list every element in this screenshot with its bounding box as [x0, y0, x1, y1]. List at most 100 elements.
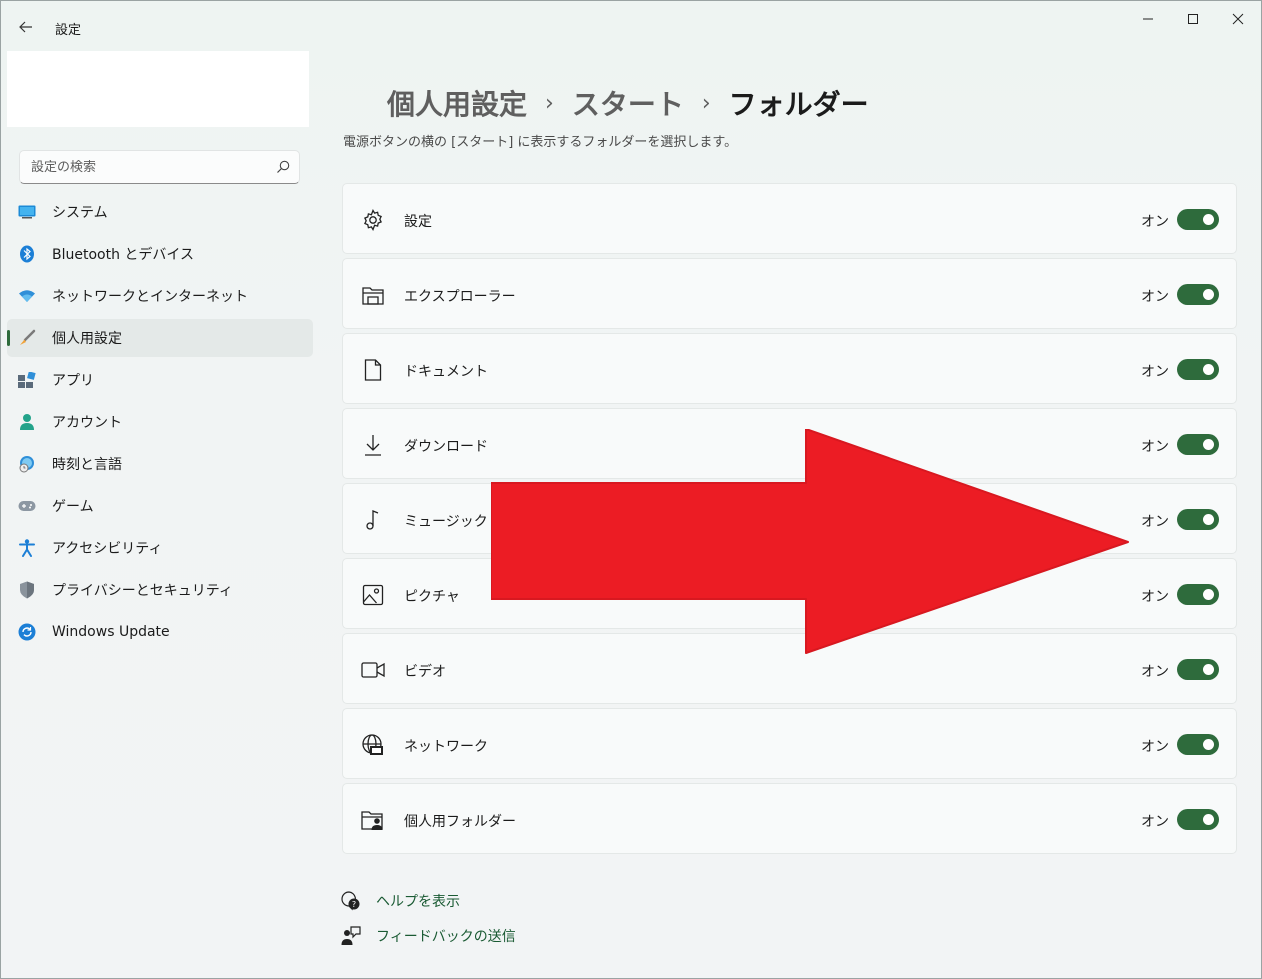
feedback-link-label: フィードバックの送信 — [376, 929, 516, 945]
search-input[interactable] — [31, 159, 261, 175]
toggle-switch[interactable] — [1177, 809, 1219, 830]
close-button[interactable] — [1215, 5, 1261, 33]
music-icon — [361, 508, 385, 532]
back-button[interactable] — [11, 14, 41, 40]
toggle-state-label: オン — [1141, 214, 1169, 230]
sidebar-item-label: ネットワークとインターネット — [52, 289, 248, 305]
folder-row-personal-folder: 個人用フォルダー オン — [342, 783, 1237, 854]
sidebar-item-label: Windows Update — [52, 624, 170, 640]
breadcrumb: 個人用設定 › スタート › フォルダー — [387, 83, 869, 123]
sidebar-item-label: プライバシーとセキュリティ — [52, 583, 233, 599]
toggle-state-label: オン — [1141, 439, 1169, 455]
close-icon — [1232, 13, 1244, 25]
minimize-icon — [1143, 18, 1153, 20]
sidebar-item-gaming[interactable]: ゲーム — [7, 487, 313, 525]
breadcrumb-personalization[interactable]: 個人用設定 — [387, 83, 527, 123]
sidebar-item-label: アクセシビリティ — [52, 541, 163, 557]
toggle-switch[interactable] — [1177, 509, 1219, 530]
sidebar-item-network[interactable]: ネットワークとインターネット — [7, 277, 313, 315]
toggle-state-label: オン — [1141, 814, 1169, 830]
settings-window: 設定 システム Bluetooth とデバイス — [0, 0, 1262, 979]
breadcrumb-start[interactable]: スタート — [572, 83, 684, 123]
feedback-icon — [341, 926, 361, 946]
page-description: 電源ボタンの横の [スタート] に表示するフォルダーを選択します。 — [343, 135, 738, 150]
toggle-switch[interactable] — [1177, 434, 1219, 455]
folder-label: ダウンロード — [404, 439, 488, 455]
search-icon[interactable] — [276, 160, 290, 174]
toggle-switch[interactable] — [1177, 734, 1219, 755]
bluetooth-icon — [17, 244, 37, 264]
network-icon — [361, 733, 385, 757]
svg-text:?: ? — [352, 900, 356, 909]
sidebar-item-accessibility[interactable]: アクセシビリティ — [7, 529, 313, 567]
toggle-switch[interactable] — [1177, 359, 1219, 380]
wifi-icon — [17, 286, 37, 306]
folder-row-network: ネットワーク オン — [342, 708, 1237, 779]
back-arrow-icon — [19, 21, 32, 33]
document-icon — [361, 358, 385, 382]
maximize-icon — [1188, 14, 1198, 24]
sidebar-item-label: 個人用設定 — [52, 331, 122, 347]
toggle-knob — [1203, 439, 1214, 450]
sidebar-item-privacy-security[interactable]: プライバシーとセキュリティ — [7, 571, 313, 609]
sidebar-item-label: アプリ — [52, 373, 94, 389]
sidebar-item-system[interactable]: システム — [7, 193, 313, 231]
sidebar-item-label: アカウント — [52, 415, 122, 431]
toggle-state-label: オン — [1141, 664, 1169, 680]
toggle-switch[interactable] — [1177, 209, 1219, 230]
sidebar-item-personalization[interactable]: 個人用設定 — [7, 319, 313, 357]
toggle-knob — [1203, 589, 1214, 600]
red-arrow-annotation — [491, 429, 1129, 654]
toggle-knob — [1203, 289, 1214, 300]
brush-icon — [17, 328, 37, 348]
chevron-right-icon: › — [701, 90, 711, 116]
page-title: フォルダー — [728, 88, 869, 121]
toggle-state-label: オン — [1141, 739, 1169, 755]
folder-label: エクスプローラー — [404, 289, 516, 305]
sidebar-item-time-language[interactable]: 時刻と言語 — [7, 445, 313, 483]
folder-row-explorer: エクスプローラー オン — [342, 258, 1237, 329]
toggle-switch[interactable] — [1177, 284, 1219, 305]
maximize-button[interactable] — [1170, 5, 1216, 33]
help-link[interactable]: ? ヘルプを表示 — [341, 891, 460, 911]
folder-label: ミュージック — [404, 514, 488, 530]
folder-row-documents: ドキュメント オン — [342, 333, 1237, 404]
download-icon — [361, 433, 385, 457]
help-icon: ? — [341, 891, 361, 911]
folder-label: ネットワーク — [404, 739, 488, 755]
apps-icon — [17, 370, 37, 390]
folder-label: 個人用フォルダー — [404, 814, 516, 830]
feedback-link[interactable]: フィードバックの送信 — [341, 926, 516, 946]
sidebar-item-label: 時刻と言語 — [52, 457, 122, 473]
toggle-knob — [1203, 664, 1214, 675]
account-card[interactable] — [7, 51, 309, 127]
folder-label: ピクチャ — [404, 589, 460, 605]
toggle-knob — [1203, 739, 1214, 750]
update-icon — [17, 622, 37, 642]
picture-icon — [361, 583, 385, 607]
system-icon — [17, 202, 37, 222]
toggle-state-label: オン — [1141, 364, 1169, 380]
personal-folder-icon — [361, 808, 385, 832]
account-icon — [17, 412, 37, 432]
sidebar-item-windows-update[interactable]: Windows Update — [7, 613, 313, 651]
minimize-button[interactable] — [1125, 5, 1171, 33]
sidebar-item-label: システム — [52, 205, 108, 221]
time-language-icon — [17, 454, 37, 474]
toggle-switch[interactable] — [1177, 584, 1219, 605]
gear-icon — [361, 208, 385, 232]
window-title: 設定 — [55, 23, 82, 38]
toggle-state-label: オン — [1141, 514, 1169, 530]
sidebar-item-apps[interactable]: アプリ — [7, 361, 313, 399]
folder-row-settings: 設定 オン — [342, 183, 1237, 254]
sidebar-item-label: ゲーム — [52, 499, 94, 515]
search-box[interactable] — [19, 150, 300, 184]
title-bar: 設定 — [1, 1, 1261, 49]
sidebar-item-accounts[interactable]: アカウント — [7, 403, 313, 441]
gamepad-icon — [17, 496, 37, 516]
toggle-switch[interactable] — [1177, 659, 1219, 680]
folder-label: ドキュメント — [404, 364, 488, 380]
folder-label: ビデオ — [404, 664, 446, 680]
sidebar-item-bluetooth[interactable]: Bluetooth とデバイス — [7, 235, 313, 273]
folder-label: 設定 — [404, 214, 432, 230]
